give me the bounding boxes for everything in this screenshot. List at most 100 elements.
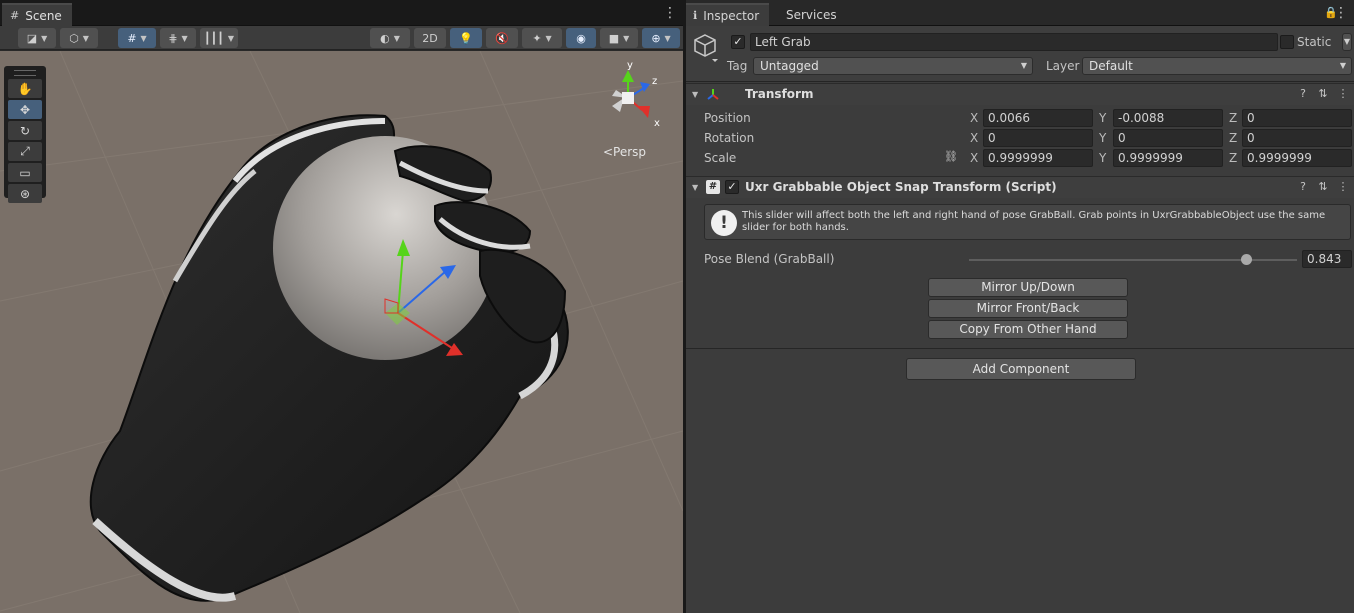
more-menu-icon[interactable]: ⋮	[663, 4, 677, 22]
gameobject-cube-icon[interactable]	[692, 32, 718, 62]
rotation-y-field[interactable]: 0	[1113, 129, 1223, 147]
script-enabled-checkbox[interactable]: ✓	[725, 180, 739, 194]
scale-y-axis-label[interactable]: Y	[1099, 151, 1106, 165]
grid-snapping-toggle[interactable]: # ▼	[118, 28, 156, 48]
position-z-axis-label[interactable]: Z	[1229, 111, 1237, 125]
mirror-front-back-button[interactable]: Mirror Front/Back	[928, 299, 1128, 318]
position-y-axis-label[interactable]: Y	[1099, 111, 1106, 125]
position-z-field[interactable]: 0	[1242, 109, 1352, 127]
tab-services[interactable]: Services	[786, 3, 837, 26]
scale-tool-button[interactable]: ⤢	[8, 142, 42, 161]
copy-from-other-hand-button[interactable]: Copy From Other Hand	[928, 320, 1128, 339]
lock-icon[interactable]: 🔒	[1324, 6, 1338, 19]
pose-blend-slider-handle[interactable]	[1240, 254, 1252, 265]
info-icon: ℹ	[693, 9, 698, 22]
eye-hidden-icon: ◉	[576, 31, 586, 45]
static-label: Static	[1297, 35, 1332, 49]
transform-title: Transform	[745, 87, 814, 101]
help-icon[interactable]: ?	[1296, 180, 1310, 194]
position-x-axis-label[interactable]: X	[970, 111, 978, 125]
add-component-button[interactable]: Add Component	[906, 358, 1136, 380]
static-dropdown[interactable]: ▼	[1342, 33, 1352, 51]
scale-y-field[interactable]: 0.9999999	[1113, 149, 1223, 167]
shading-mode-dropdown[interactable]: ◐ ▼	[370, 28, 410, 48]
scale-z-axis-label[interactable]: Z	[1229, 151, 1237, 165]
more-menu-icon[interactable]: ⋮	[1334, 4, 1348, 22]
gizmos-dropdown[interactable]: ⊕ ▼	[642, 28, 680, 48]
constrain-proportions-link-icon[interactable]: ⛓	[944, 150, 958, 164]
help-box: ! This slider will affect both the left …	[704, 204, 1351, 240]
tab-inspector[interactable]: ℹ Inspector	[686, 3, 770, 26]
lightbulb-icon: 💡	[459, 31, 473, 45]
inspector-panel: ℹ Inspector Services 🔒 ⋮ ✓ Left Grab Sta…	[686, 0, 1354, 613]
lighting-toggle[interactable]: 💡	[450, 28, 482, 48]
scale-x-field[interactable]: 0.9999999	[983, 149, 1093, 167]
script-component-header[interactable]: ▼ # ✓ Uxr Grabbable Object Snap Transfor…	[686, 176, 1354, 198]
tab-scene-label: Scene	[25, 8, 62, 23]
mode-2d-toggle[interactable]: 2D	[414, 28, 446, 48]
tag-value: Untagged	[760, 59, 819, 73]
move-arrows-icon: ✥	[19, 102, 31, 117]
rotation-x-axis-label[interactable]: X	[970, 131, 978, 145]
position-y-field[interactable]: -0.0088	[1113, 109, 1223, 127]
tag-dropdown[interactable]: Untagged ▼	[753, 57, 1033, 75]
rotation-label: Rotation	[704, 131, 755, 145]
hand-tool-button[interactable]: ✋	[8, 79, 42, 98]
orientation-gizmo[interactable]: y z x	[598, 60, 668, 140]
scale-icon: ⤢	[20, 144, 30, 158]
static-checkbox[interactable]	[1280, 35, 1294, 49]
ruler-dropdown[interactable]: ┃┃┃ ▼	[200, 28, 238, 48]
effects-dropdown[interactable]: ✦ ▼	[522, 28, 562, 48]
transform-tool-button[interactable]: ⊛	[8, 184, 42, 203]
rotation-z-axis-label[interactable]: Z	[1229, 131, 1237, 145]
tab-scene[interactable]: # Scene	[2, 3, 72, 26]
increment-snap-dropdown[interactable]: ⋕ ▼	[160, 28, 196, 48]
gizmo-x-label: x	[654, 118, 660, 129]
rotation-x-field[interactable]: 0	[983, 129, 1093, 147]
tab-services-label: Services	[786, 7, 837, 22]
foldout-arrow-icon[interactable]: ▼	[692, 183, 698, 192]
more-menu-icon[interactable]: ⋮	[1336, 87, 1350, 101]
snap-grid-icon: ⋕	[168, 31, 178, 45]
transform-header[interactable]: ▼ Transform ? ⇅ ⋮	[686, 83, 1354, 105]
rotate-tool-button[interactable]: ↻	[8, 121, 42, 140]
mirror-up-down-button[interactable]: Mirror Up/Down	[928, 278, 1128, 297]
camera-icon: ■	[608, 31, 620, 45]
scale-x-axis-label[interactable]: X	[970, 151, 978, 165]
warning-exclamation-icon: !	[711, 210, 737, 236]
perspective-toggle[interactable]: <Persp	[603, 145, 646, 159]
cube-icon: ⬡	[69, 31, 79, 45]
camera-dropdown[interactable]: ■ ▼	[600, 28, 638, 48]
rect-icon: ▭	[19, 165, 31, 180]
sphere-icon: ◐	[380, 31, 390, 45]
scene-tabbar: # Scene ⋮	[0, 0, 683, 26]
object-name-field[interactable]: Left Grab	[750, 33, 1278, 51]
foldout-arrow-icon[interactable]: ▼	[692, 90, 698, 99]
chevron-down-icon: ▼	[181, 33, 188, 43]
rotation-z-field[interactable]: 0	[1242, 129, 1352, 147]
gizmo-z-label: z	[652, 76, 658, 87]
preset-sliders-icon[interactable]: ⇅	[1316, 87, 1330, 101]
active-checkbox[interactable]: ✓	[731, 35, 745, 49]
scene-panel: # Scene ⋮ ◪ ▼ ⬡ ▼ # ▼ ⋕ ▼ ┃┃┃ ▼ ◐ ▼ 2D 💡…	[0, 0, 683, 613]
rotate-icon: ↻	[19, 123, 31, 138]
visibility-toggle[interactable]: ◉	[566, 28, 596, 48]
more-menu-icon[interactable]: ⋮	[1336, 180, 1350, 194]
palette-grip[interactable]	[14, 70, 36, 76]
scale-z-field[interactable]: 0.9999999	[1242, 149, 1352, 167]
rotation-y-axis-label[interactable]: Y	[1099, 131, 1106, 145]
move-tool-button[interactable]: ✥	[8, 100, 42, 119]
scene-viewport[interactable]: y z x <Persp	[0, 51, 683, 613]
audio-toggle[interactable]: 🔇	[486, 28, 518, 48]
rect-tool-button[interactable]: ▭	[8, 163, 42, 182]
draw-mode-dropdown[interactable]: ◪ ▼	[18, 28, 56, 48]
position-x-field[interactable]: 0.0066	[983, 109, 1093, 127]
transform-icon: ⊛	[19, 186, 31, 201]
layer-dropdown[interactable]: Default ▼	[1082, 57, 1352, 75]
pose-blend-value-field[interactable]: 0.843	[1302, 250, 1352, 268]
preset-sliders-icon[interactable]: ⇅	[1316, 180, 1330, 194]
help-icon[interactable]: ?	[1296, 87, 1310, 101]
render-mode-dropdown[interactable]: ⬡ ▼	[60, 28, 98, 48]
audio-mute-icon: 🔇	[495, 31, 509, 45]
chevron-down-icon: ▼	[393, 33, 400, 43]
